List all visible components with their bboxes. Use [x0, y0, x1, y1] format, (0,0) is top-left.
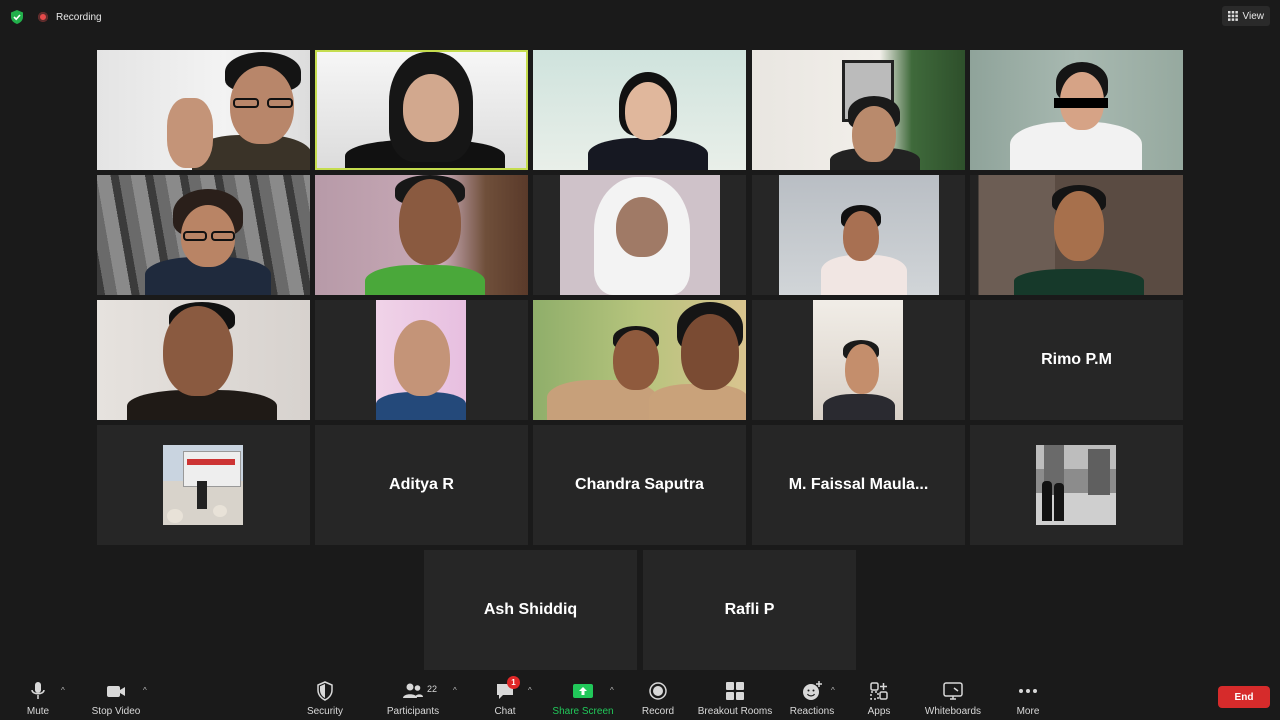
participants-count: 22 — [427, 684, 438, 694]
view-label: View — [1242, 10, 1265, 22]
reactions-smiley-icon — [803, 681, 822, 700]
participant-video — [317, 52, 526, 168]
video-tile-camera-off[interactable] — [970, 425, 1183, 545]
reactions-label: Reactions — [789, 706, 835, 717]
share-screen-icon — [573, 684, 593, 698]
participant-video — [97, 50, 310, 170]
more-button[interactable]: More — [1012, 678, 1044, 718]
video-tile-camera-off[interactable]: Rafli P — [643, 550, 856, 670]
video-tile[interactable] — [533, 175, 746, 295]
participant-video — [779, 175, 939, 295]
video-tile[interactable] — [970, 50, 1183, 170]
more-dots-icon — [1019, 689, 1037, 693]
participant-name: M. Faissal Maula... — [788, 476, 929, 493]
video-tile-camera-off[interactable] — [97, 425, 310, 545]
video-tile-active-speaker[interactable] — [315, 50, 528, 170]
participants-icon — [403, 683, 423, 698]
profile-picture — [163, 445, 243, 525]
whiteboards-button[interactable]: Whiteboards — [922, 678, 984, 718]
apps-button[interactable]: Apps — [864, 678, 894, 718]
video-tile[interactable] — [97, 300, 310, 420]
more-label: More — [1016, 706, 1040, 717]
profile-picture — [1036, 445, 1116, 525]
participant-video — [97, 175, 310, 295]
meeting-toolbar: Mute ^ Stop Video ^ Security Participant… — [0, 672, 1280, 720]
apps-label: Apps — [867, 706, 891, 717]
audio-options-caret-icon[interactable]: ^ — [61, 686, 65, 695]
video-options-caret-icon[interactable]: ^ — [143, 686, 147, 695]
participant-video — [533, 50, 746, 170]
participant-video — [315, 175, 528, 295]
participant-video — [752, 50, 965, 170]
whiteboards-label: Whiteboards — [924, 706, 982, 717]
recording-indicator[interactable]: Recording — [38, 10, 102, 24]
chat-unread-badge: 1 — [507, 676, 520, 689]
video-tile[interactable] — [752, 50, 965, 170]
microphone-icon — [31, 682, 45, 699]
participant-name: Ash Shiddiq — [483, 601, 578, 618]
breakout-rooms-icon — [726, 682, 744, 700]
video-tile-camera-off[interactable]: Aditya R — [315, 425, 528, 545]
share-screen-button[interactable]: Share Screen — [552, 678, 614, 718]
video-tile[interactable] — [315, 300, 528, 420]
participant-name: Chandra Saputra — [575, 476, 704, 493]
participants-options-caret-icon[interactable]: ^ — [453, 686, 457, 695]
participants-label: Participants — [386, 706, 440, 717]
recording-label: Recording — [56, 11, 102, 23]
video-tile[interactable] — [970, 175, 1183, 295]
security-label: Security — [306, 706, 344, 717]
video-tile-camera-off[interactable]: Ash Shiddiq — [424, 550, 637, 670]
breakout-rooms-label: Breakout Rooms — [697, 706, 773, 717]
security-button[interactable]: Security — [302, 678, 348, 718]
share-screen-label: Share Screen — [552, 706, 614, 717]
grid-view-icon — [1227, 11, 1238, 21]
mute-label: Mute — [26, 706, 50, 717]
mute-button[interactable]: Mute — [20, 678, 56, 718]
video-tile[interactable] — [315, 175, 528, 295]
video-tile[interactable] — [752, 175, 965, 295]
participant-video — [97, 300, 310, 420]
top-bar: Recording View — [0, 0, 1280, 34]
apps-icon — [870, 682, 888, 700]
reactions-options-caret-icon[interactable]: ^ — [831, 686, 835, 695]
participant-video — [970, 50, 1183, 170]
video-tile-camera-off[interactable]: M. Faissal Maula... — [752, 425, 965, 545]
video-tile-camera-off[interactable]: Chandra Saputra — [533, 425, 746, 545]
security-shield-icon — [317, 681, 333, 701]
record-button[interactable]: Record — [638, 678, 678, 718]
participant-video — [376, 300, 466, 420]
whiteboard-icon — [943, 682, 963, 700]
participant-name: Rimo P.M — [1041, 351, 1112, 368]
encryption-shield-icon[interactable] — [10, 10, 24, 24]
video-tile[interactable] — [752, 300, 965, 420]
record-label: Record — [641, 706, 675, 717]
reactions-button[interactable]: Reactions — [790, 678, 834, 718]
participant-video — [533, 300, 746, 420]
participant-name: Aditya R — [389, 476, 454, 493]
chat-options-caret-icon[interactable]: ^ — [528, 686, 532, 695]
record-icon — [649, 682, 667, 700]
stop-video-label: Stop Video — [91, 706, 141, 717]
participant-video — [560, 175, 720, 295]
share-options-caret-icon[interactable]: ^ — [610, 686, 614, 695]
video-tile-camera-off[interactable]: Rimo P.M — [970, 300, 1183, 420]
breakout-rooms-button[interactable]: Breakout Rooms — [698, 678, 772, 718]
view-button[interactable]: View — [1221, 6, 1270, 26]
participant-video — [813, 300, 903, 420]
video-tile[interactable] — [533, 50, 746, 170]
stop-video-button[interactable]: Stop Video — [86, 678, 146, 718]
video-tile[interactable] — [97, 50, 310, 170]
chat-label: Chat — [494, 706, 516, 717]
video-camera-icon — [107, 686, 125, 697]
video-tile[interactable] — [97, 175, 310, 295]
participant-video — [970, 175, 1183, 295]
end-meeting-button[interactable]: End — [1218, 686, 1270, 708]
participant-name: Rafli P — [724, 601, 775, 618]
video-tile[interactable] — [533, 300, 746, 420]
recording-dot-icon — [38, 12, 48, 22]
